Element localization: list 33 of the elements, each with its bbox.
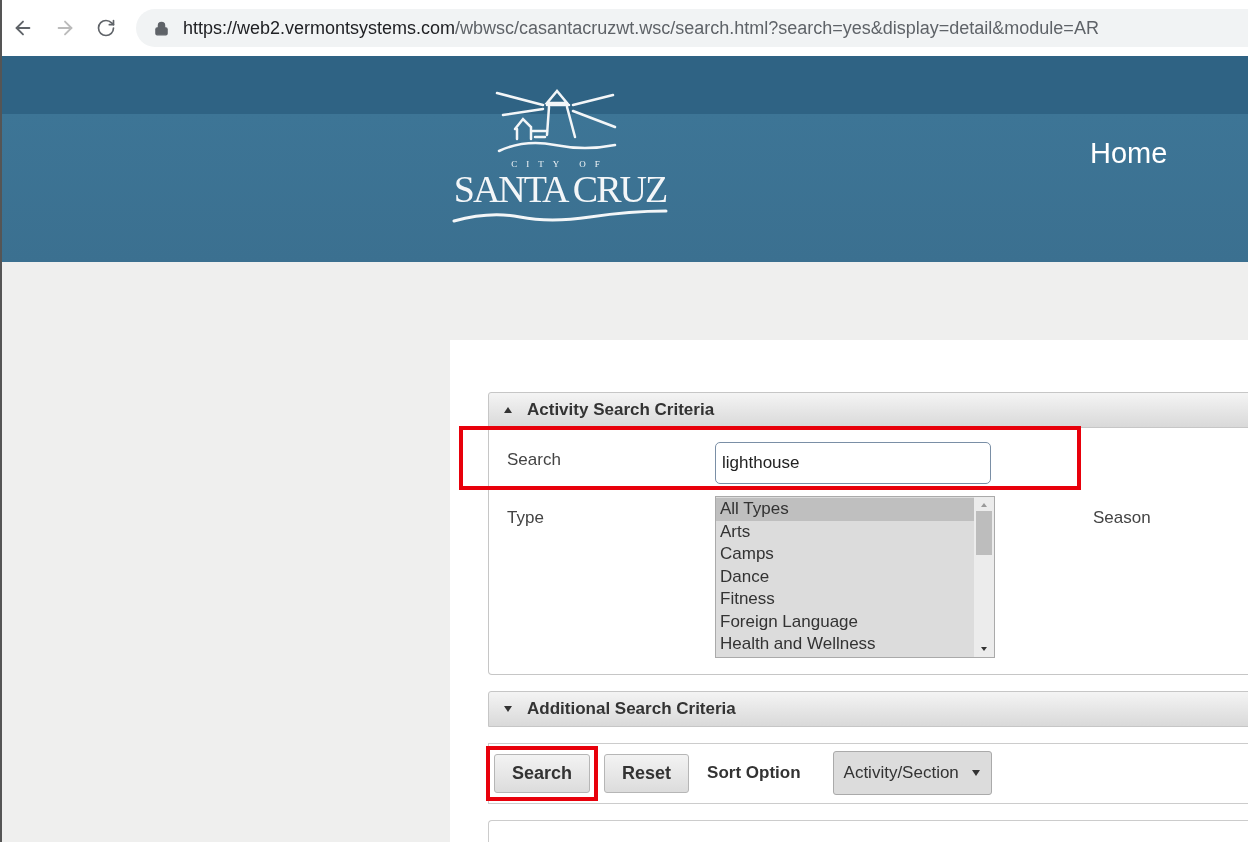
caret-icon bbox=[970, 769, 981, 778]
collapse-icon bbox=[503, 406, 513, 415]
list-option[interactable]: Fitness bbox=[716, 588, 974, 611]
scrollbar[interactable] bbox=[974, 497, 994, 658]
list-option[interactable]: Arts bbox=[716, 520, 974, 544]
panel-title: Additional Search Criteria bbox=[527, 698, 736, 719]
reload-icon[interactable] bbox=[96, 18, 116, 38]
logo-small-text: CITY OF bbox=[511, 159, 609, 169]
search-button[interactable]: Search bbox=[494, 753, 591, 793]
expand-icon bbox=[503, 704, 513, 713]
list-option[interactable]: Foreign Language bbox=[716, 610, 974, 634]
panel-header[interactable]: Activity Search Criteria bbox=[488, 392, 1248, 429]
reset-button[interactable]: Reset bbox=[604, 753, 690, 793]
lock-icon bbox=[154, 20, 169, 36]
scroll-thumb[interactable] bbox=[976, 511, 992, 556]
list-option[interactable]: Dance bbox=[716, 565, 974, 589]
sort-select[interactable]: Activity/Section bbox=[832, 751, 992, 796]
field-label: Search bbox=[506, 449, 562, 471]
panel-title: Activity Search Criteria bbox=[527, 400, 715, 421]
field-label: Type bbox=[506, 507, 545, 529]
address-bar[interactable]: https://web2.vermontsystems.com/wbwsc/casantacruzwt.wsc/search.html?search=yes&display=detail&module=AR bbox=[136, 9, 1248, 47]
type-listbox[interactable]: All Types Arts Camps Dance Fitness Foreign Language Health and Wellness bbox=[715, 496, 995, 659]
wave-icon bbox=[450, 209, 670, 225]
sort-label: Sort Option bbox=[707, 763, 801, 784]
url-text: https://web2.vermontsystems.com/wbwsc/casantacruzwt.wsc/search.html?search=yes&display=detail&module=AR bbox=[183, 17, 1099, 39]
field-label: Season bbox=[1092, 507, 1152, 529]
panel-header[interactable]: Additional Search Criteria bbox=[488, 690, 1248, 727]
nav-link[interactable]: Home bbox=[1090, 136, 1168, 170]
logo-title: SANTA CRUZ bbox=[453, 169, 667, 209]
list-option[interactable]: All Types bbox=[716, 498, 974, 521]
list-option[interactable]: Health and Wellness bbox=[716, 633, 974, 656]
search-field[interactable]: lighthouse bbox=[715, 442, 991, 485]
list-option[interactable]: Camps bbox=[716, 543, 974, 566]
